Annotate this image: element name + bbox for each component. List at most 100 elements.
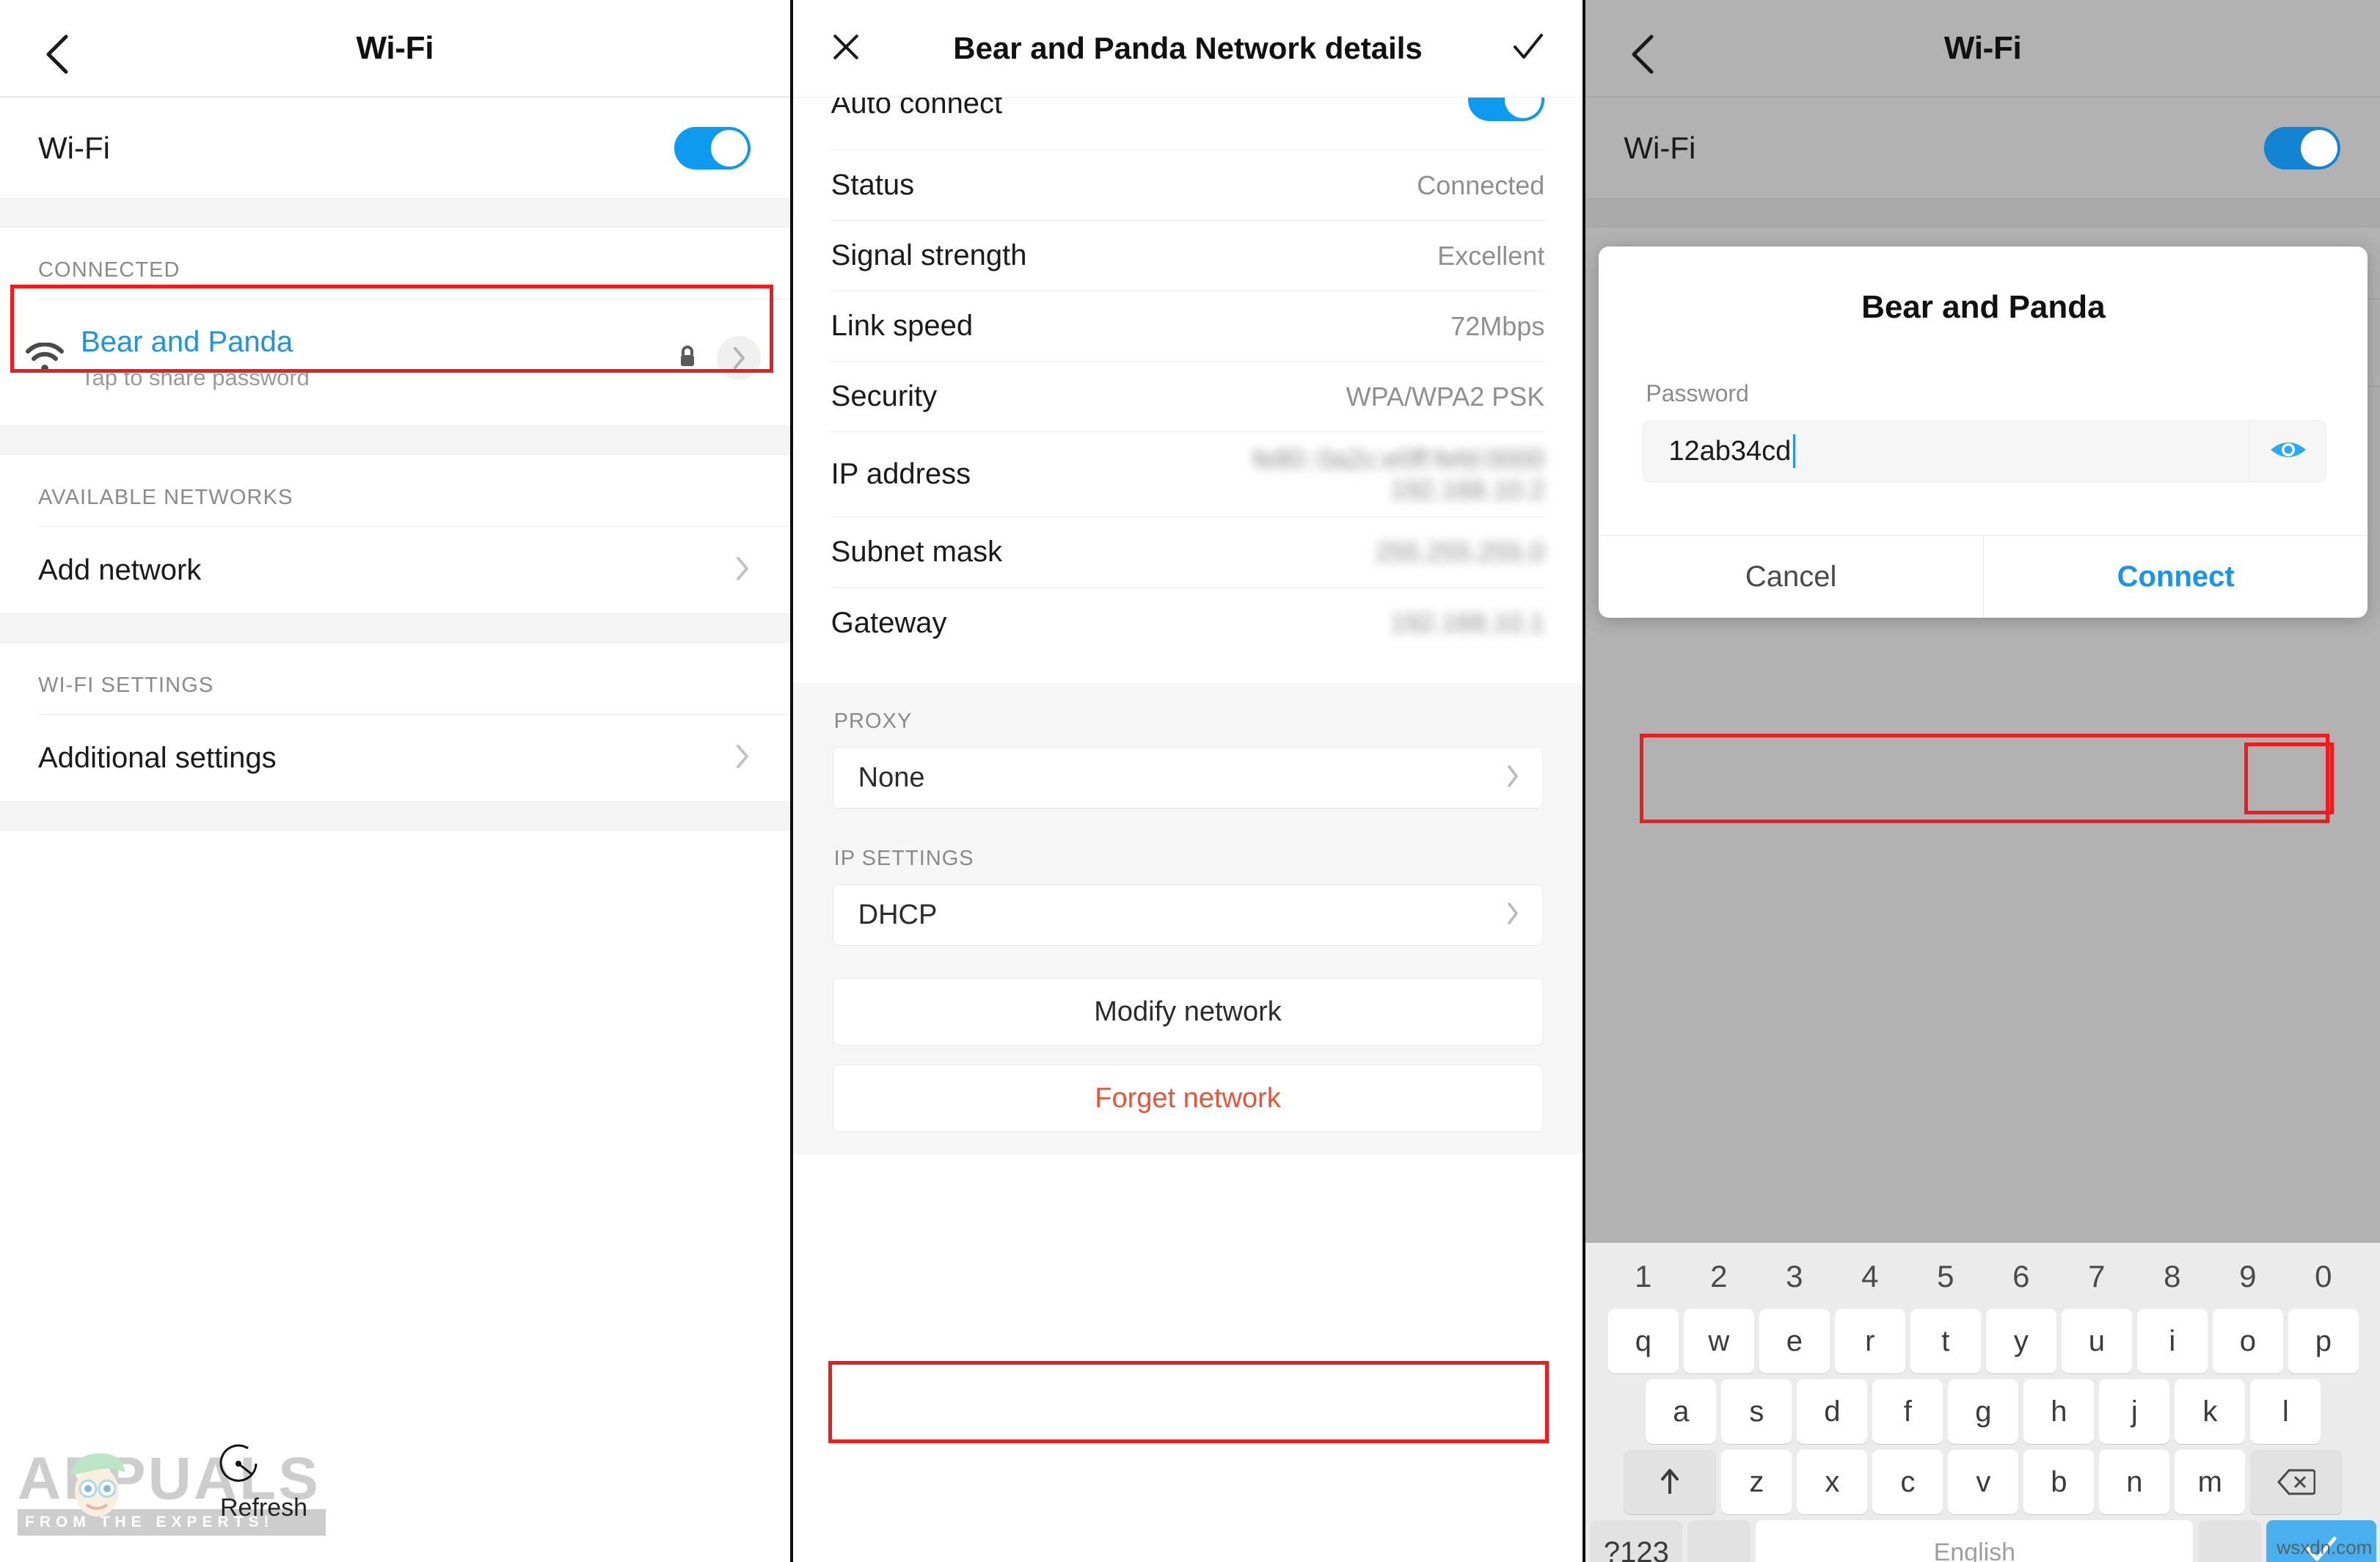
auto-connect-row[interactable]: Auto connect [831,98,1545,150]
close-x-icon[interactable] [828,29,864,68]
key-2[interactable]: 2 [1684,1249,1754,1304]
check-icon[interactable] [1509,29,1547,68]
shift-arrow-icon[interactable] [1624,1450,1717,1514]
connected-network-name: Bear and Panda [81,326,293,358]
add-network-row[interactable]: Add network [0,527,790,613]
auto-connect-toggle[interactable] [1468,98,1545,121]
key-b[interactable]: b [2023,1450,2095,1514]
section-divider-band-3 [0,613,790,643]
appbar-network-details: Bear and Panda Network details [792,0,1583,98]
detail-key: Link speed [831,310,974,342]
key-a[interactable]: a [1646,1379,1717,1444]
key-y[interactable]: y [1985,1309,2056,1373]
appbar-wifi: Wi-Fi [0,0,790,98]
key-8[interactable]: 8 [2137,1249,2208,1304]
proxy-section-header: PROXY [833,709,913,733]
connect-button[interactable]: Connect [1984,536,2368,618]
key-9[interactable]: 9 [2213,1249,2283,1304]
key-f[interactable]: f [1872,1379,1943,1444]
network-detail-chevron-button[interactable] [716,336,761,380]
wifi-toggle-3[interactable] [2264,126,2340,169]
period-key[interactable]: . [2198,1520,2262,1562]
backspace-icon[interactable] [2250,1450,2343,1514]
key-s[interactable]: s [1721,1379,1792,1444]
key-r[interactable]: r [1834,1309,1905,1373]
symbols-key[interactable]: ?123 [1590,1520,1683,1562]
key-q[interactable]: q [1607,1309,1679,1373]
wifi-master-row[interactable]: Wi-Fi [0,98,790,198]
detail-row-status: Status Connected [831,150,1545,221]
key-d[interactable]: d [1797,1379,1868,1444]
wifi-master-row-3[interactable]: Wi-Fi [1585,98,2380,198]
password-input-value: 12ab34cd [1668,435,1792,467]
section-divider-band-2 [0,426,790,455]
key-4[interactable]: 4 [1835,1249,1905,1304]
key-x[interactable]: x [1797,1450,1868,1514]
proxy-select[interactable]: None [832,747,1544,809]
dialog-actions: Cancel Connect [1599,535,2368,618]
key-m[interactable]: m [2175,1450,2246,1514]
password-label: Password [1646,380,1749,406]
wifi-toggle[interactable] [674,126,751,169]
wifi-master-label-3: Wi-Fi [1624,130,1696,165]
key-l[interactable]: l [2250,1379,2321,1444]
detail-row-gateway: Gateway 192.168.10.1 [831,588,1545,658]
additional-settings-row[interactable]: Additional settings [0,715,790,801]
page-title: Wi-Fi [356,29,434,66]
chevron-right-icon [734,554,751,587]
key-p[interactable]: p [2288,1309,2359,1373]
key-u[interactable]: u [2061,1309,2132,1373]
key-1[interactable]: 1 [1608,1249,1679,1304]
key-i[interactable]: i [2136,1309,2208,1373]
refresh-label: Refresh [220,1494,308,1522]
detail-value: 72Mbps [1450,310,1545,341]
key-t[interactable]: t [1910,1309,1981,1373]
key-0[interactable]: 0 [2288,1249,2359,1304]
key-e[interactable]: e [1759,1309,1830,1373]
appuals-mascot-icon [63,1446,131,1522]
key-7[interactable]: 7 [2062,1249,2132,1304]
detail-value: Connected [1417,169,1545,200]
password-input[interactable]: 12ab34cd [1643,420,2251,482]
keyboard-row-numbers: 1 2 3 4 5 6 7 8 9 0 [1590,1249,2376,1304]
highlight-forget-network [828,1361,1549,1443]
additional-settings-label: Additional settings [38,741,277,774]
key-g[interactable]: g [1948,1379,2019,1444]
detail-key: Gateway [831,606,947,639]
back-chevron-icon[interactable] [43,32,75,73]
key-w[interactable]: w [1683,1309,1754,1373]
refresh-icon[interactable] [214,1439,263,1492]
detail-value-redacted: 255.255.255.0 [1376,536,1545,567]
modify-network-button[interactable]: Modify network [832,978,1544,1045]
cancel-button[interactable]: Cancel [1599,536,1984,618]
key-z[interactable]: z [1721,1450,1792,1514]
key-h[interactable]: h [2023,1379,2095,1444]
connected-network-row[interactable]: Bear and Panda Tap to share password [0,310,790,406]
add-network-label: Add network [38,553,202,586]
section-divider-band [0,198,790,227]
key-3[interactable]: 3 [1759,1249,1830,1304]
key-k[interactable]: k [2175,1379,2246,1444]
show-password-button[interactable] [2250,420,2327,482]
comma-key[interactable]: , [1687,1520,1751,1562]
key-n[interactable]: n [2099,1450,2170,1514]
chevron-right-icon-ip [1505,900,1520,930]
key-j[interactable]: j [2099,1379,2170,1444]
key-6[interactable]: 6 [1986,1249,2056,1304]
text-caret [1793,434,1796,468]
key-v[interactable]: v [1948,1450,2019,1514]
back-chevron-icon-3[interactable] [1628,32,1660,73]
key-o[interactable]: o [2212,1309,2283,1373]
section-header-connected: CONNECTED [38,258,180,282]
forget-network-button[interactable]: Forget network [832,1065,1544,1132]
detail-value: WPA/WPA2 PSK [1346,381,1545,412]
space-key[interactable]: English [1756,1520,2194,1562]
appbar-wifi-dimmed: Wi-Fi [1585,0,2380,98]
site-watermark: wsxdn.com [2277,1536,2373,1558]
detail-value-redacted: 192.168.10.1 [1390,607,1545,638]
key-c[interactable]: c [1872,1450,1943,1514]
key-5[interactable]: 5 [1910,1249,1981,1304]
ip-settings-select[interactable]: DHCP [832,884,1544,946]
detail-row-signal-strength: Signal strength Excellent [831,221,1545,291]
keyboard-row-bottom: ?123 , English . [1590,1520,2377,1562]
